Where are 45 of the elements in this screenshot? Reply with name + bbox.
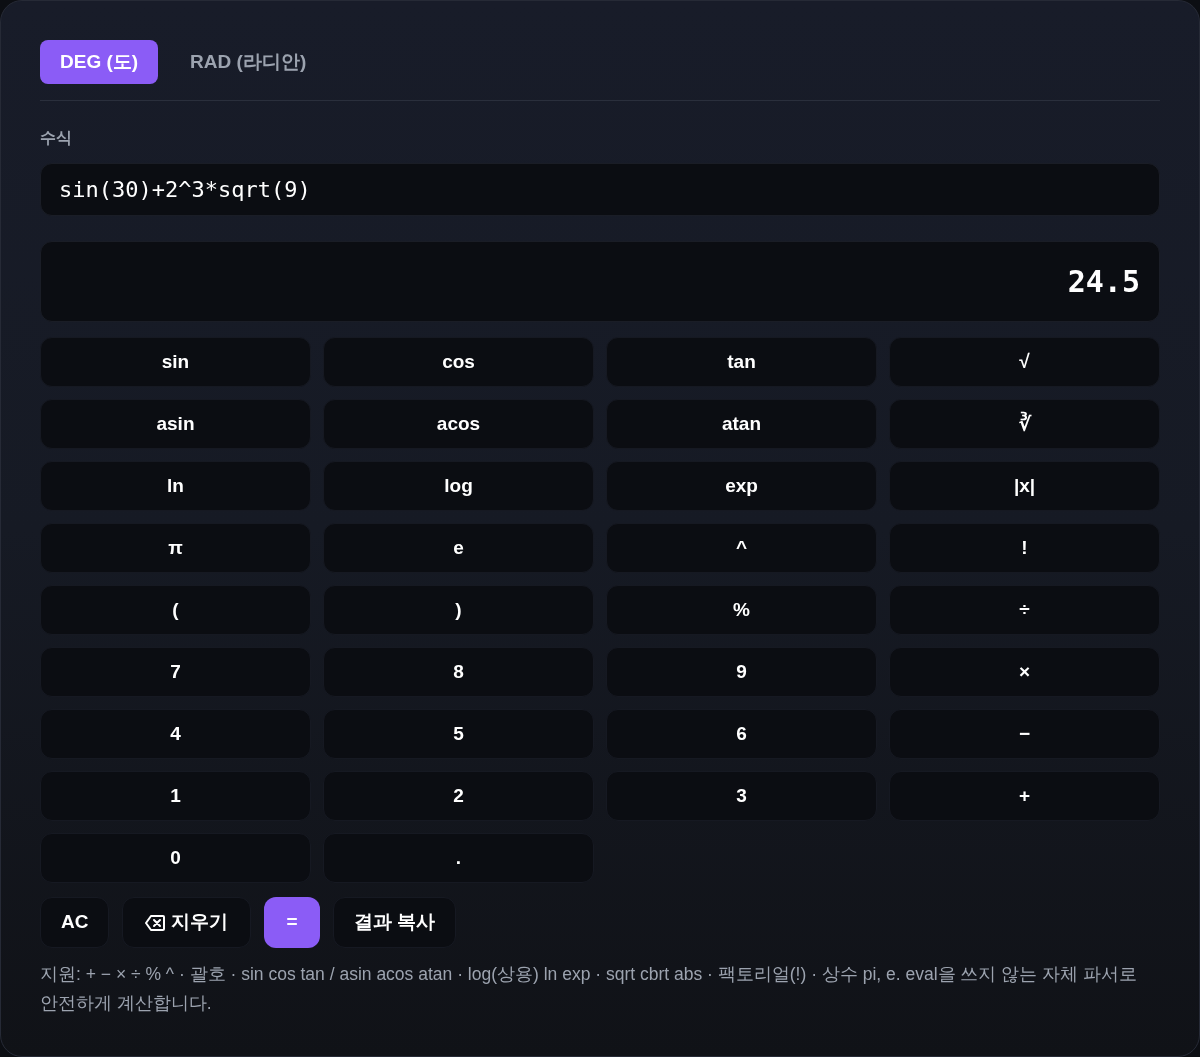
keypad-key[interactable]: × — [889, 647, 1160, 697]
expression-label: 수식 — [40, 128, 73, 148]
keypad-key[interactable]: log — [323, 461, 594, 511]
keypad-key[interactable]: % — [606, 585, 877, 635]
keypad-key[interactable]: asin — [40, 399, 311, 449]
keypad-key[interactable]: acos — [323, 399, 594, 449]
keypad-key[interactable]: 6 — [606, 709, 877, 759]
expression-input[interactable]: sin(30)+2^3*sqrt(9) — [40, 163, 1160, 216]
action-button[interactable]: 결과 복사 — [332, 897, 456, 948]
keypad-key[interactable]: ∛ — [889, 399, 1160, 449]
keypad-key[interactable]: 2 — [323, 771, 594, 821]
keypad-key[interactable]: ) — [323, 585, 594, 635]
keypad-key[interactable]: − — [889, 709, 1160, 759]
keypad-key[interactable]: 0 — [40, 833, 311, 883]
angle-mode-tab[interactable]: RAD (라디안) — [170, 40, 327, 84]
keypad-key[interactable]: cos — [323, 337, 594, 387]
keypad-key[interactable]: ÷ — [889, 585, 1160, 635]
keypad-key[interactable]: atan — [606, 399, 877, 449]
keypad-key[interactable]: ! — [889, 523, 1160, 573]
keypad-key[interactable]: ^ — [606, 523, 877, 573]
result-display: 24.5 — [40, 241, 1160, 322]
backspace-icon — [145, 914, 166, 931]
equals-button[interactable]: = — [264, 897, 320, 948]
keypad-key[interactable]: 7 — [40, 647, 311, 697]
keypad-key[interactable]: √ — [889, 337, 1160, 387]
help-text: 지원: + − × ÷ % ^ · 괄호 · sin cos tan / asin acos atan · log(상용) ln exp · sqrt cbrt abs · 팩토리얼(!) · 상수 pi, e. eval을 쓰지 않는 자체 파서로 안전하게 계산합니다. — [40, 963, 1139, 1015]
keypad-key[interactable]: π — [40, 523, 311, 573]
keypad-key[interactable]: + — [889, 771, 1160, 821]
keypad-key[interactable]: exp — [606, 461, 877, 511]
action-button[interactable]: AC — [40, 897, 110, 948]
keypad-key[interactable]: 9 — [606, 647, 877, 697]
keypad-key[interactable]: 8 — [323, 647, 594, 697]
keypad-key[interactable]: 1 — [40, 771, 311, 821]
keypad-key[interactable]: ln — [40, 461, 311, 511]
angle-mode-tab[interactable]: DEG (도) — [40, 40, 159, 84]
keypad-key[interactable]: . — [323, 833, 594, 883]
keypad-key[interactable]: 4 — [40, 709, 311, 759]
keypad-key[interactable]: tan — [606, 337, 877, 387]
keypad-key[interactable]: ( — [40, 585, 311, 635]
keypad-key[interactable]: sin — [40, 337, 311, 387]
keypad-key[interactable]: |x| — [889, 461, 1160, 511]
keypad-key[interactable]: e — [323, 523, 594, 573]
backspace-button[interactable]: 지우기 — [122, 897, 252, 948]
keypad-key[interactable]: 5 — [323, 709, 594, 759]
keypad-key[interactable]: 3 — [606, 771, 877, 821]
